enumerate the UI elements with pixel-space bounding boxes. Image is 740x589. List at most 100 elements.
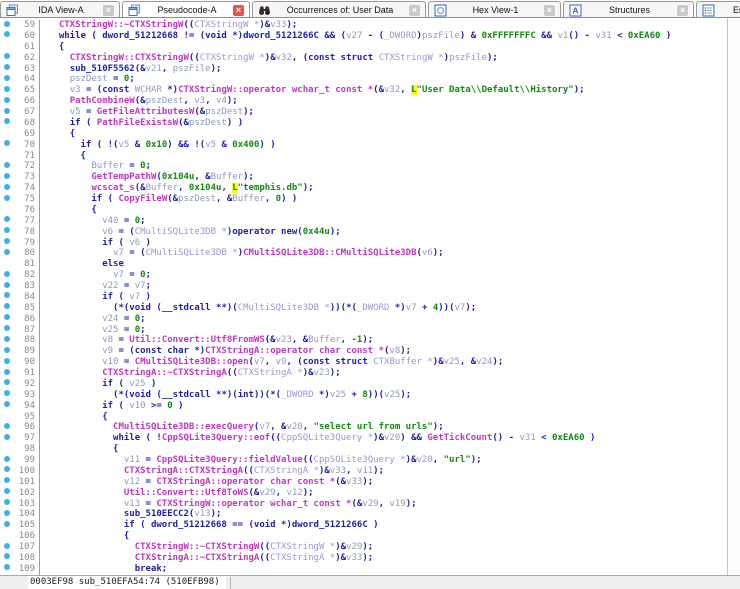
code-line[interactable]: 88 v8 = Util::Convert::Utf8FromWS(&v23, … [0, 335, 740, 346]
address-dot-icon[interactable] [4, 271, 10, 277]
address-dot-icon[interactable] [4, 64, 10, 70]
address-dot-icon[interactable] [4, 488, 10, 494]
address-dot-icon[interactable] [4, 369, 10, 375]
code-line[interactable]: 99 v11 = CppSQLite3Query::fieldValue((Cp… [0, 455, 740, 466]
code-text[interactable]: { [40, 151, 740, 162]
address-dot-icon[interactable] [4, 195, 10, 201]
code-text[interactable]: { [40, 444, 740, 455]
address-dot-icon[interactable] [4, 314, 10, 320]
breakpoint-gutter[interactable] [0, 357, 13, 368]
code-text[interactable]: if ( v10 >= 0 ) [40, 401, 740, 412]
code-line[interactable]: 87 v25 = 0; [0, 325, 740, 336]
breakpoint-gutter[interactable] [0, 42, 13, 53]
address-dot-icon[interactable] [4, 379, 10, 385]
breakpoint-gutter[interactable] [0, 161, 13, 172]
code-text[interactable]: CTXStringA::CTXStringA((CTXStringA *)&v3… [40, 466, 740, 477]
tab-close-icon[interactable]: × [103, 5, 114, 16]
breakpoint-gutter[interactable] [0, 216, 13, 227]
code-line[interactable]: 64 pszDest = 0; [0, 74, 740, 85]
code-text[interactable]: sub_510EECC2(v13); [40, 509, 740, 520]
tab-close-icon[interactable]: × [233, 5, 244, 16]
code-text[interactable]: v24 = 0; [40, 314, 740, 325]
breakpoint-gutter[interactable] [0, 542, 13, 553]
address-dot-icon[interactable] [4, 423, 10, 429]
address-dot-icon[interactable] [4, 456, 10, 462]
tab-close-icon[interactable]: × [409, 5, 420, 16]
code-line[interactable]: 67 v5 = GetFileAttributesW(&pszDest); [0, 107, 740, 118]
code-line[interactable]: 77 v40 = 0; [0, 216, 740, 227]
code-text[interactable]: break; [40, 564, 740, 575]
code-text[interactable]: v9 = (const char *)CTXStringA::operator … [40, 346, 740, 357]
code-line[interactable]: 108 CTXStringA::~CTXStringA((CTXStringA … [0, 553, 740, 564]
code-line[interactable]: 85 (*(void (__stdcall **)(CMultiSQLite3D… [0, 303, 740, 314]
code-text[interactable]: v22 = v7; [40, 281, 740, 292]
code-line[interactable]: 84 if ( v7 ) [0, 292, 740, 303]
breakpoint-gutter[interactable] [0, 488, 13, 499]
address-dot-icon[interactable] [4, 510, 10, 516]
code-line[interactable]: 79 if ( v6 ) [0, 238, 740, 249]
code-text[interactable]: v5 = GetFileAttributesW(&pszDest); [40, 107, 740, 118]
code-line[interactable]: 65 v3 = (const WCHAR *)CTXStringW::opera… [0, 85, 740, 96]
code-line[interactable]: 90 v10 = CMultiSQLite3DB::open(v7, v9, (… [0, 357, 740, 368]
code-line[interactable]: 94 if ( v10 >= 0 ) [0, 401, 740, 412]
code-line[interactable]: 106 { [0, 531, 740, 542]
breakpoint-gutter[interactable] [0, 292, 13, 303]
tab-pseudocode-a[interactable]: Pseudocode-A× [122, 1, 250, 18]
breakpoint-gutter[interactable] [0, 183, 13, 194]
breakpoint-gutter[interactable] [0, 368, 13, 379]
code-text[interactable]: CMultiSQLite3DB::execQuery(v7, &v20, "se… [40, 422, 740, 433]
code-text[interactable]: v7 = 0; [40, 270, 740, 281]
code-text[interactable]: if ( PathFileExistsW(&pszDest) ) [40, 118, 740, 129]
address-dot-icon[interactable] [4, 477, 10, 483]
code-text[interactable]: v12 = CTXStringA::operator char const *(… [40, 477, 740, 488]
breakpoint-gutter[interactable] [0, 325, 13, 336]
code-line[interactable]: 75 if ( CopyFileW(&pszDest, &Buffer, 0) … [0, 194, 740, 205]
breakpoint-gutter[interactable] [0, 238, 13, 249]
breakpoint-gutter[interactable] [0, 107, 13, 118]
breakpoint-gutter[interactable] [0, 64, 13, 75]
address-dot-icon[interactable] [4, 118, 10, 124]
code-text[interactable]: if ( !(v5 & 0x10) && !(v5 & 0x400) ) [40, 140, 740, 151]
code-line[interactable]: 98 { [0, 444, 740, 455]
code-text[interactable]: (*(void (__stdcall **)(CMultiSQLite3DB *… [40, 303, 740, 314]
breakpoint-gutter[interactable] [0, 96, 13, 107]
breakpoint-gutter[interactable] [0, 509, 13, 520]
breakpoint-gutter[interactable] [0, 422, 13, 433]
code-line[interactable]: 89 v9 = (const char *)CTXStringA::operat… [0, 346, 740, 357]
breakpoint-gutter[interactable] [0, 401, 13, 412]
breakpoint-gutter[interactable] [0, 335, 13, 346]
code-line[interactable]: 68 if ( PathFileExistsW(&pszDest) ) [0, 118, 740, 129]
address-dot-icon[interactable] [4, 358, 10, 364]
code-text[interactable]: v8 = Util::Convert::Utf8FromWS(&v23, &Bu… [40, 335, 740, 346]
code-text[interactable]: v40 = 0; [40, 216, 740, 227]
address-dot-icon[interactable] [4, 347, 10, 353]
code-line[interactable]: 73 GetTempPathW(0x104u, &Buffer); [0, 172, 740, 183]
code-line[interactable]: 92 if ( v25 ) [0, 379, 740, 390]
code-text[interactable]: pszDest = 0; [40, 74, 740, 85]
address-dot-icon[interactable] [4, 184, 10, 190]
code-line[interactable]: 60 while ( dword_51212668 != (void *)dwo… [0, 31, 740, 42]
code-text[interactable]: CTXStringW::~CTXStringW((CTXStringW *)&v… [40, 20, 740, 31]
code-line[interactable]: 78 v6 = (CMultiSQLite3DB *)operator new(… [0, 227, 740, 238]
address-dot-icon[interactable] [4, 108, 10, 114]
breakpoint-gutter[interactable] [0, 227, 13, 238]
breakpoint-gutter[interactable] [0, 129, 13, 140]
code-text[interactable]: while ( dword_51212668 != (void *)dword_… [40, 31, 740, 42]
breakpoint-gutter[interactable] [0, 455, 13, 466]
code-text[interactable]: v6 = (CMultiSQLite3DB *)operator new(0x4… [40, 227, 740, 238]
code-line[interactable]: 70 if ( !(v5 & 0x10) && !(v5 & 0x400) ) [0, 140, 740, 151]
address-dot-icon[interactable] [4, 53, 10, 59]
code-line[interactable]: 63 sub_510F5562(&v21, pszFile); [0, 64, 740, 75]
code-text[interactable]: { [40, 531, 740, 542]
address-dot-icon[interactable] [4, 140, 10, 146]
breakpoint-gutter[interactable] [0, 379, 13, 390]
breakpoint-gutter[interactable] [0, 390, 13, 401]
code-line[interactable]: 69 { [0, 129, 740, 140]
code-line[interactable]: 109 break; [0, 564, 740, 575]
breakpoint-gutter[interactable] [0, 270, 13, 281]
code-line[interactable]: 103 v13 = CTXStringW::operator wchar_t c… [0, 499, 740, 510]
breakpoint-gutter[interactable] [0, 194, 13, 205]
code-text[interactable]: GetTempPathW(0x104u, &Buffer); [40, 172, 740, 183]
breakpoint-gutter[interactable] [0, 248, 13, 259]
address-dot-icon[interactable] [4, 543, 10, 549]
